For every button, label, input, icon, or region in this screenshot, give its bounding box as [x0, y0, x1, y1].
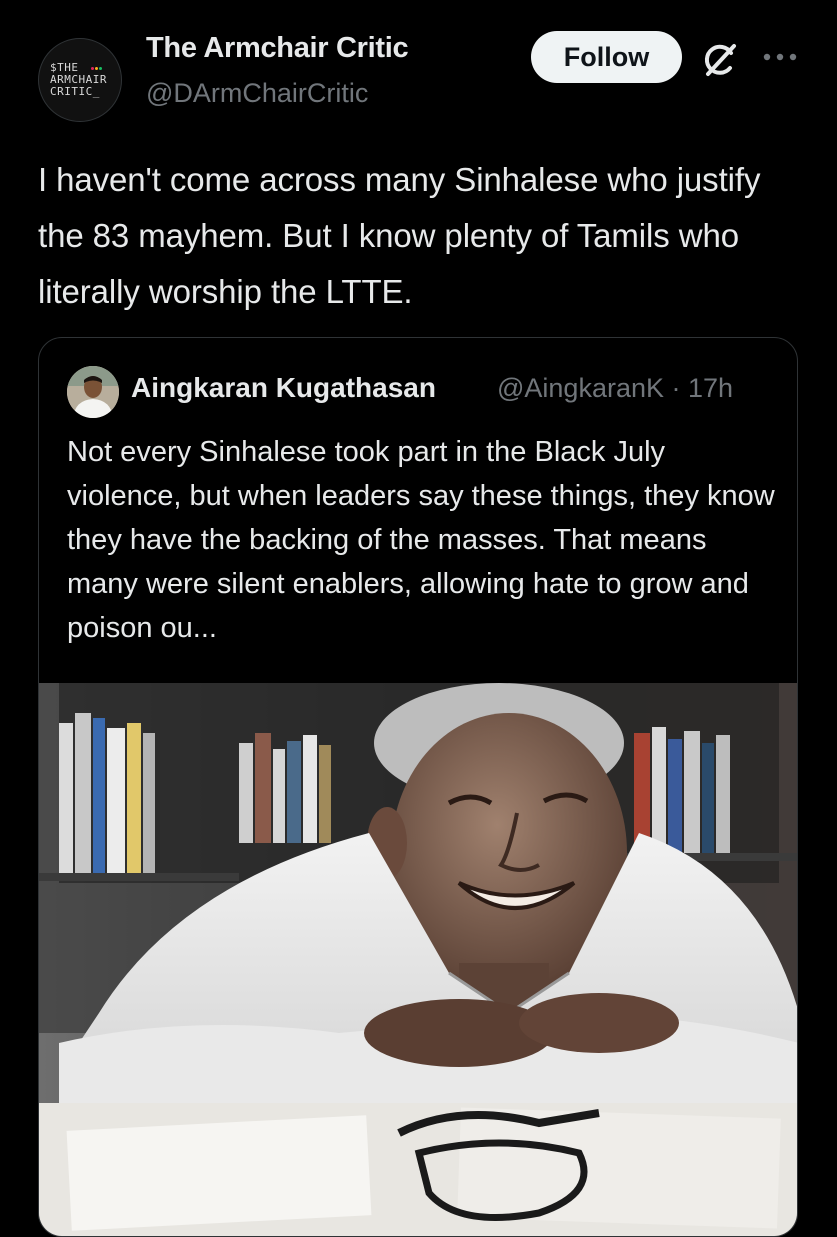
quoted-author-meta[interactable]: @AingkaranK · 17h: [497, 373, 733, 404]
quoted-tweet-text: Not every Sinhalese took part in the Bla…: [67, 436, 775, 644]
quoted-tweet-card[interactable]: Aingkaran Kugathasan @AingkaranK · 17h N…: [38, 337, 798, 1237]
author-avatar[interactable]: $THE ARMCHAIR CRITIC_: [38, 38, 122, 122]
author-handle[interactable]: @DArmChairCritic: [146, 78, 368, 109]
quoted-tweet-photo[interactable]: [39, 683, 798, 1237]
tweet-post: $THE ARMCHAIR CRITIC_ The Armchair Criti…: [0, 0, 837, 1237]
follow-button[interactable]: Follow: [531, 31, 682, 83]
more-dots-icon[interactable]: [762, 52, 798, 62]
tweet-text: I haven't come across many Sinhalese who…: [38, 161, 761, 310]
author-display-name[interactable]: The Armchair Critic: [146, 32, 409, 65]
avatar-dots-decoration: [91, 61, 105, 70]
quoted-author-avatar[interactable]: [67, 366, 119, 418]
grok-icon[interactable]: [700, 40, 740, 80]
quoted-author-name[interactable]: Aingkaran Kugathasan: [131, 372, 436, 404]
avatar-text-line-3: CRITIC_: [50, 85, 100, 98]
